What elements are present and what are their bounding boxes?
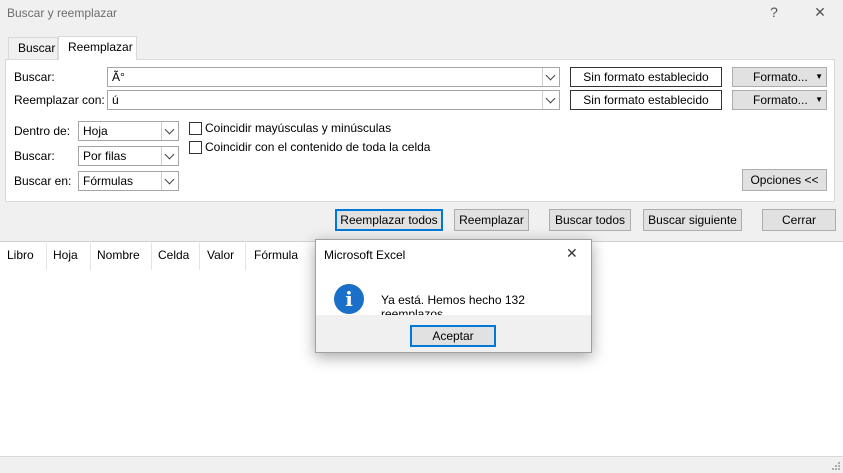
message-box-title: Microsoft Excel	[324, 248, 406, 262]
column-header-libro[interactable]: Libro	[7, 248, 34, 262]
find-input[interactable]: Ã°	[107, 67, 560, 87]
replace-value: ú	[112, 93, 119, 107]
column-divider	[46, 243, 47, 270]
close-icon[interactable]: ✕	[566, 245, 578, 262]
tab-buscar-label: Buscar	[18, 41, 56, 55]
tab-buscar[interactable]: Buscar	[8, 37, 58, 59]
chevron-down-icon[interactable]	[542, 91, 559, 109]
message-box: Microsoft Excel ✕ i Ya está. Hemos hecho…	[315, 239, 592, 353]
column-header-celda[interactable]: Celda	[158, 248, 189, 262]
replace-button[interactable]: Reemplazar	[454, 209, 529, 231]
replace-format-status: Sin formato establecido	[570, 90, 722, 110]
match-entire-label[interactable]: Coincidir con el contenido de toda la ce…	[205, 140, 430, 154]
column-divider	[90, 243, 91, 270]
info-icon: i	[334, 284, 364, 314]
chevron-down-icon	[161, 172, 178, 190]
column-divider	[199, 243, 200, 270]
options-button[interactable]: Opciones <<	[742, 169, 827, 191]
within-label: Dentro de:	[14, 124, 71, 138]
column-divider	[151, 243, 152, 270]
message-box-footer: Aceptar	[316, 315, 591, 352]
find-format-button-label: Formato...	[753, 70, 808, 84]
match-case-label[interactable]: Coincidir mayúsculas y minúsculas	[205, 121, 391, 135]
help-icon[interactable]: ?	[764, 4, 784, 20]
resize-grip-icon[interactable]	[831, 461, 841, 471]
find-all-button[interactable]: Buscar todos	[549, 209, 631, 231]
replace-format-button[interactable]: Formato... ▼	[732, 90, 827, 110]
look-in-label: Buscar en:	[14, 174, 72, 188]
replace-all-button[interactable]: Reemplazar todos	[335, 209, 443, 231]
find-format-status: Sin formato establecido	[570, 67, 722, 87]
find-label: Buscar:	[14, 70, 55, 84]
column-header-formula[interactable]: Fórmula	[254, 248, 298, 262]
within-value: Hoja	[83, 124, 108, 138]
column-divider	[245, 243, 246, 270]
close-button[interactable]: Cerrar	[762, 209, 836, 231]
column-header-hoja[interactable]: Hoja	[53, 248, 78, 262]
chevron-down-icon[interactable]	[542, 68, 559, 86]
search-order-value: Por filas	[83, 149, 127, 163]
look-in-value: Fórmulas	[83, 174, 134, 188]
chevron-down-icon	[161, 147, 178, 165]
tab-reemplazar[interactable]: Reemplazar	[58, 36, 137, 60]
chevron-down-icon	[161, 122, 178, 140]
dropdown-arrow-icon: ▼	[815, 95, 823, 104]
close-icon[interactable]: ✕	[810, 4, 830, 21]
within-select[interactable]: Hoja	[78, 121, 179, 141]
window-title: Buscar y reemplazar	[7, 6, 118, 20]
search-order-select[interactable]: Por filas	[78, 146, 179, 166]
find-format-button[interactable]: Formato... ▼	[732, 67, 827, 87]
tab-reemplazar-label: Reemplazar	[68, 40, 133, 54]
replace-input[interactable]: ú	[107, 90, 560, 110]
find-next-button[interactable]: Buscar siguiente	[643, 209, 742, 231]
search-order-label: Buscar:	[14, 149, 55, 163]
find-value: Ã°	[112, 70, 125, 84]
dropdown-arrow-icon: ▼	[815, 72, 823, 81]
replace-label: Reemplazar con:	[14, 93, 105, 107]
replace-format-button-label: Formato...	[753, 93, 808, 107]
match-entire-checkbox[interactable]	[189, 141, 202, 154]
ok-button[interactable]: Aceptar	[410, 325, 496, 347]
look-in-select[interactable]: Fórmulas	[78, 171, 179, 191]
column-header-nombre[interactable]: Nombre	[97, 248, 140, 262]
status-bar	[0, 456, 843, 473]
column-header-valor[interactable]: Valor	[207, 248, 234, 262]
match-case-checkbox[interactable]	[189, 122, 202, 135]
